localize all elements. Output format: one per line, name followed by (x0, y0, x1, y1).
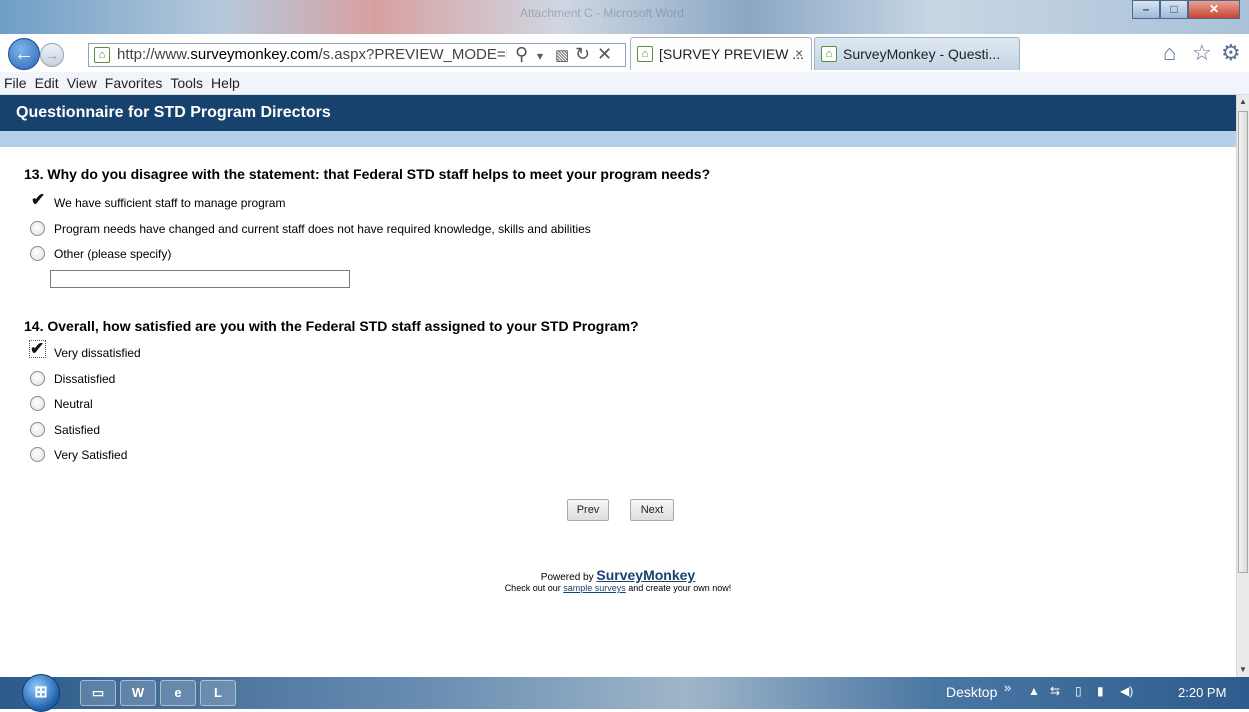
checkmark-icon[interactable]: ✔ (29, 340, 46, 358)
survey-page: Questionnaire for STD Program Directors … (0, 95, 1236, 677)
tab-surveymonkey-questions[interactable]: ⌂ SurveyMonkey - Questi... (814, 37, 1020, 70)
window-titlebar: Attachment C - Microsoft Word – □ ✕ (0, 0, 1249, 34)
forward-arrow-icon: → (45, 47, 59, 63)
clock[interactable]: 2:20 PM (1178, 685, 1226, 700)
minimize-button[interactable]: – (1132, 0, 1160, 19)
back-button[interactable]: ← (8, 38, 40, 70)
surveymonkey-brand-link[interactable]: SurveyMonkey (596, 567, 695, 583)
menu-tools[interactable]: Tools (170, 72, 203, 94)
checkout-suffix: and create your own now! (625, 583, 732, 593)
signal-bars-icon[interactable]: ▮ (1097, 684, 1104, 698)
prev-button[interactable]: Prev (567, 499, 609, 521)
menu-view[interactable]: View (67, 72, 97, 94)
device-icon[interactable]: ▯ (1075, 684, 1082, 698)
tray-expand-icon[interactable]: ▲ (1028, 684, 1040, 698)
menu-bar: File Edit View Favorites Tools Help (0, 72, 1249, 95)
checkout-prefix: Check out our (504, 583, 564, 593)
browser-navbar: ← → ⌂ http://www.surveymonkey.com/s.aspx… (0, 34, 1249, 72)
tab-survey-preview[interactable]: ⌂ [SURVEY PREVIEW ... × (630, 37, 812, 70)
tab-label: SurveyMonkey - Questi... (843, 46, 1001, 62)
menu-favorites[interactable]: Favorites (105, 72, 163, 94)
close-tab-icon[interactable]: × (795, 45, 803, 61)
surveymonkey-favicon-icon: ⌂ (821, 46, 837, 62)
checkmark-icon[interactable]: ✔ (31, 190, 45, 210)
option-label: Program needs have changed and current s… (54, 222, 591, 236)
radio-button[interactable] (30, 221, 45, 236)
survey-header: Questionnaire for STD Program Directors (0, 95, 1236, 131)
sample-surveys-link[interactable]: sample surveys (563, 583, 626, 593)
url-domain: surveymonkey.com (190, 46, 319, 63)
other-specify-input[interactable] (50, 270, 350, 288)
desktop-toolbar-label[interactable]: Desktop (946, 684, 997, 700)
surveymonkey-favicon-icon: ⌂ (94, 47, 110, 63)
network-icon[interactable]: ⇆ (1050, 684, 1060, 698)
address-bar[interactable]: ⌂ http://www.surveymonkey.com/s.aspx?PRE… (88, 43, 626, 67)
option-label: Neutral (54, 397, 93, 411)
powered-by-text: Powered by (540, 572, 597, 583)
taskbar-folder-icon[interactable]: ▭ (80, 680, 116, 706)
scroll-thumb[interactable] (1238, 111, 1248, 573)
menu-help[interactable]: Help (211, 72, 240, 94)
powered-by: Powered by SurveyMonkey (0, 567, 1236, 583)
tab-label: [SURVEY PREVIEW ... (659, 46, 804, 62)
option-label: We have sufficient staff to manage progr… (54, 196, 286, 210)
gear-icon[interactable]: ⚙ (1221, 40, 1241, 66)
question-14: 14. Overall, how satisfied are you with … (24, 318, 639, 334)
option-label: Dissatisfied (54, 372, 116, 386)
surveymonkey-favicon-icon: ⌂ (637, 46, 653, 62)
taskbar: ⊞ ▭ W e L Desktop » ▲ ⇆ ▯ ▮ ◀) 2:20 PM (0, 674, 1249, 712)
maximize-button[interactable]: □ (1160, 0, 1188, 19)
refresh-icon[interactable]: ↻ (575, 44, 590, 65)
option-label: Very dissatisfied (54, 346, 141, 360)
radio-button[interactable] (30, 246, 45, 261)
url-prefix: http://www. (117, 46, 191, 63)
option-label: Other (please specify) (54, 247, 172, 261)
scroll-down-arrow-icon[interactable]: ▼ (1237, 663, 1249, 677)
menu-edit[interactable]: Edit (35, 72, 59, 94)
radio-button[interactable] (30, 422, 45, 437)
radio-button[interactable] (30, 371, 45, 386)
start-button[interactable]: ⊞ (22, 674, 60, 712)
taskbar-word-icon[interactable]: W (120, 680, 156, 706)
favorites-star-icon[interactable]: ☆ (1192, 40, 1212, 66)
taskbar-app-icon[interactable]: L (200, 680, 236, 706)
vertical-scrollbar[interactable]: ▲ ▼ (1236, 95, 1249, 677)
next-button[interactable]: Next (630, 499, 674, 521)
menu-file[interactable]: File (4, 72, 27, 94)
volume-icon[interactable]: ◀) (1120, 684, 1133, 698)
radio-button[interactable] (30, 447, 45, 462)
question-13: 13. Why do you disagree with the stateme… (24, 166, 711, 182)
home-icon[interactable]: ⌂ (1163, 40, 1176, 66)
option-label: Satisfied (54, 423, 101, 437)
scroll-up-arrow-icon[interactable]: ▲ (1237, 95, 1249, 109)
window-title: Attachment C - Microsoft Word (520, 6, 684, 20)
option-label: Very Satisfied (54, 448, 128, 462)
forward-button[interactable]: → (40, 43, 64, 67)
survey-title: Questionnaire for STD Program Directors (16, 104, 331, 121)
url-text[interactable]: http://www.surveymonkey.com/s.aspx?PREVI… (117, 46, 507, 63)
stop-icon[interactable]: ✕ (597, 44, 612, 65)
radio-button[interactable] (30, 396, 45, 411)
dropdown-icon[interactable]: ▾ (537, 49, 543, 63)
header-band (0, 131, 1236, 147)
compatibility-view-icon[interactable]: ▧ (555, 46, 569, 64)
checkout-line: Check out our sample surveys and create … (0, 583, 1236, 593)
taskbar-ie-icon[interactable]: e (160, 680, 196, 706)
back-arrow-icon: ← (14, 43, 34, 65)
search-icon[interactable]: ⚲ (515, 44, 528, 65)
url-path: /s.aspx?PREVIEW_MODE=DO_NO (318, 46, 507, 63)
close-window-button[interactable]: ✕ (1188, 0, 1240, 19)
windows-logo-icon: ⊞ (34, 684, 48, 701)
chevron-right-icon[interactable]: » (1004, 680, 1011, 695)
